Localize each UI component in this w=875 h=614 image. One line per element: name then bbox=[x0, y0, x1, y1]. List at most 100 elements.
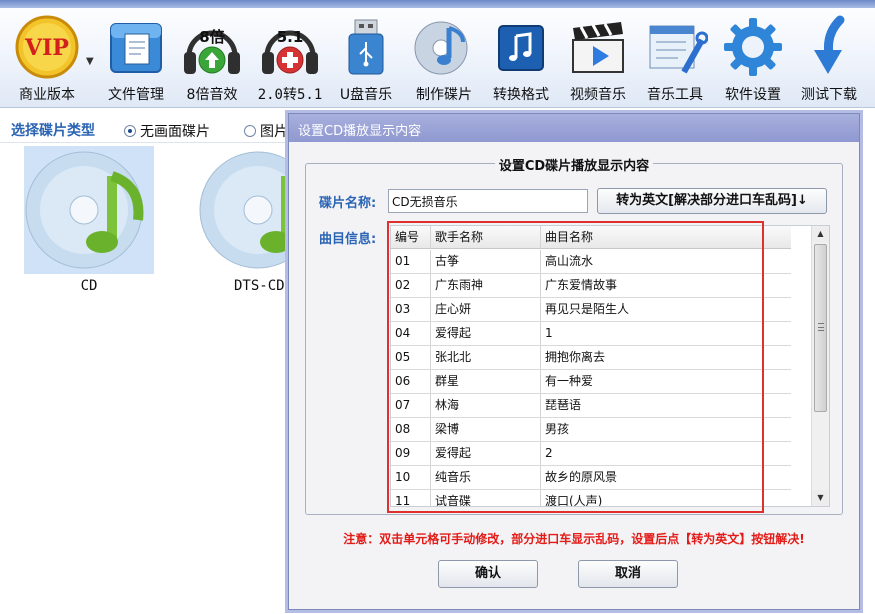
table-cell[interactable]: 纯音乐 bbox=[431, 466, 541, 489]
table-row[interactable]: 04 爱得起 1 bbox=[391, 322, 791, 346]
scroll-down-icon[interactable]: ▼ bbox=[812, 490, 829, 506]
table-cell[interactable]: 01 bbox=[391, 250, 431, 273]
convert-to-english-button[interactable]: 转为英文[解决部分进口车乱码]↓ bbox=[597, 188, 827, 214]
toolbar-test-download[interactable]: 测试下载 bbox=[789, 14, 869, 104]
table-cell[interactable]: 1 bbox=[541, 322, 791, 345]
column-header[interactable]: 编号 bbox=[391, 226, 431, 248]
toolbar-label: 音乐工具 bbox=[647, 87, 703, 103]
table-cell[interactable]: 古筝 bbox=[431, 250, 541, 273]
grid-rows: 01 古筝 高山流水 02 广东雨神 广东爱情故事 03 庄心妍 再见只是陌生人 04 爱得起 1 05… bbox=[391, 250, 791, 506]
toolbar-music-tools[interactable]: 音乐工具 bbox=[635, 14, 715, 104]
table-cell[interactable]: 渡口(人声) bbox=[541, 490, 791, 506]
toolbar-8x-sound[interactable]: 8倍 8倍音效 bbox=[172, 14, 252, 104]
toolbar-label: 商业版本 bbox=[19, 87, 75, 103]
disc-name-label: 碟片名称: bbox=[319, 196, 377, 211]
table-row[interactable]: 09 爱得起 2 bbox=[391, 442, 791, 466]
chevron-down-icon[interactable]: ▼ bbox=[86, 56, 94, 67]
table-cell[interactable]: 10 bbox=[391, 466, 431, 489]
table-row[interactable]: 05 张北北 拥抱你离去 bbox=[391, 346, 791, 370]
table-cell[interactable]: 09 bbox=[391, 442, 431, 465]
table-cell[interactable]: 拥抱你离去 bbox=[541, 346, 791, 369]
table-row[interactable]: 01 古筝 高山流水 bbox=[391, 250, 791, 274]
table-cell[interactable]: 群星 bbox=[431, 370, 541, 393]
radio-unselected-icon bbox=[244, 125, 256, 137]
grip-icon bbox=[818, 323, 824, 331]
table-cell[interactable]: 张北北 bbox=[431, 346, 541, 369]
toolbar-video-music[interactable]: 视频音乐 bbox=[558, 14, 638, 104]
table-cell[interactable]: 广东雨神 bbox=[431, 274, 541, 297]
table-row[interactable]: 10 纯音乐 故乡的原风景 bbox=[391, 466, 791, 490]
disc-type-bar: 选择碟片类型 无画面碟片 图片 bbox=[0, 116, 300, 142]
table-cell[interactable]: 有一种爱 bbox=[541, 370, 791, 393]
disc-item-dts-cd[interactable]: DTS-CD bbox=[196, 146, 288, 294]
table-row[interactable]: 02 广东雨神 广东爱情故事 bbox=[391, 274, 791, 298]
track-info-label: 曲目信息: bbox=[319, 232, 377, 247]
radio-no-screen-disc[interactable]: 无画面碟片 bbox=[124, 121, 210, 141]
badge-text: 5.1 bbox=[277, 28, 304, 46]
table-cell[interactable]: 爱得起 bbox=[431, 322, 541, 345]
table-row[interactable]: 06 群星 有一种爱 bbox=[391, 370, 791, 394]
table-cell[interactable]: 02 bbox=[391, 274, 431, 297]
headphones-51-icon: 5.1 bbox=[257, 14, 323, 80]
usb-drive-icon bbox=[333, 14, 399, 80]
vip-badge-icon: VIP bbox=[14, 14, 80, 80]
table-cell[interactable]: 2 bbox=[541, 442, 791, 465]
table-row[interactable]: 03 庄心妍 再见只是陌生人 bbox=[391, 298, 791, 322]
ok-button[interactable]: 确认 bbox=[438, 560, 538, 588]
vertical-scrollbar[interactable]: ▲ ▼ bbox=[811, 226, 829, 506]
dialog-titlebar[interactable]: 设置CD播放显示内容 bbox=[289, 114, 859, 142]
table-cell[interactable]: 03 bbox=[391, 298, 431, 321]
toolbar-commercial-version[interactable]: VIP 商业版本 bbox=[7, 14, 87, 104]
table-cell[interactable]: 08 bbox=[391, 418, 431, 441]
toolbar-convert-format[interactable]: 转换格式 bbox=[481, 14, 561, 104]
radio-label: 图片 bbox=[260, 124, 288, 140]
disc-name-input[interactable] bbox=[388, 189, 588, 213]
table-cell[interactable]: 07 bbox=[391, 394, 431, 417]
column-header[interactable]: 曲目名称 bbox=[541, 226, 791, 248]
toolbar-label: 2.0转5.1 bbox=[257, 87, 323, 103]
table-cell[interactable]: 04 bbox=[391, 322, 431, 345]
toolbar-label: 软件设置 bbox=[725, 87, 781, 103]
toolbar-label: 文件管理 bbox=[108, 87, 164, 103]
download-arrow-icon bbox=[796, 14, 862, 80]
table-row[interactable]: 08 梁博 男孩 bbox=[391, 418, 791, 442]
disc-item-cd[interactable]: CD bbox=[24, 146, 154, 294]
dialog-title: 设置CD播放显示内容 bbox=[298, 124, 422, 139]
toolbar-2to51[interactable]: 5.1 2.0转5.1 bbox=[250, 14, 330, 104]
scroll-up-icon[interactable]: ▲ bbox=[812, 226, 829, 242]
table-cell[interactable]: 11 bbox=[391, 490, 431, 506]
table-cell[interactable]: 琵琶语 bbox=[541, 394, 791, 417]
cancel-button[interactable]: 取消 bbox=[578, 560, 678, 588]
table-cell[interactable]: 试音碟 bbox=[431, 490, 541, 506]
column-header[interactable]: 歌手名称 bbox=[431, 226, 541, 248]
badge-text: 8倍 bbox=[199, 28, 224, 46]
toolbar-file-manager[interactable]: 文件管理 bbox=[96, 14, 176, 104]
table-row[interactable]: 07 林海 琵琶语 bbox=[391, 394, 791, 418]
headphones-8x-icon: 8倍 bbox=[179, 14, 245, 80]
table-cell[interactable]: 05 bbox=[391, 346, 431, 369]
table-cell[interactable]: 林海 bbox=[431, 394, 541, 417]
table-cell[interactable]: 再见只是陌生人 bbox=[541, 298, 791, 321]
grid-header: 编号 歌手名称 曲目名称 bbox=[391, 226, 791, 249]
table-row[interactable]: 11 试音碟 渡口(人声) bbox=[391, 490, 791, 506]
table-cell[interactable]: 男孩 bbox=[541, 418, 791, 441]
toolbar-software-settings[interactable]: 软件设置 bbox=[713, 14, 793, 104]
table-cell[interactable]: 梁博 bbox=[431, 418, 541, 441]
table-cell[interactable]: 广东爱情故事 bbox=[541, 274, 791, 297]
music-convert-icon bbox=[488, 14, 554, 80]
table-cell[interactable]: 爱得起 bbox=[431, 442, 541, 465]
table-cell[interactable]: 高山流水 bbox=[541, 250, 791, 273]
scroll-thumb[interactable] bbox=[814, 244, 827, 412]
disc-label: CD bbox=[80, 278, 98, 294]
file-manager-icon bbox=[103, 14, 169, 80]
toolbar-usb-music[interactable]: U盘音乐 bbox=[326, 14, 406, 104]
toolbar-make-disc[interactable]: 制作碟片 bbox=[404, 14, 484, 104]
toolbar-label: U盘音乐 bbox=[339, 87, 393, 103]
disc-note-icon bbox=[411, 14, 477, 80]
radio-picture-disc[interactable]: 图片 bbox=[244, 121, 288, 141]
table-cell[interactable]: 故乡的原风景 bbox=[541, 466, 791, 489]
table-cell[interactable]: 庄心妍 bbox=[431, 298, 541, 321]
track-grid[interactable]: 编号 歌手名称 曲目名称 01 古筝 高山流水 02 广东雨神 广东爱情故事 03 庄心妍 再见… bbox=[390, 225, 830, 507]
dts-cd-disc-icon bbox=[196, 146, 288, 274]
table-cell[interactable]: 06 bbox=[391, 370, 431, 393]
